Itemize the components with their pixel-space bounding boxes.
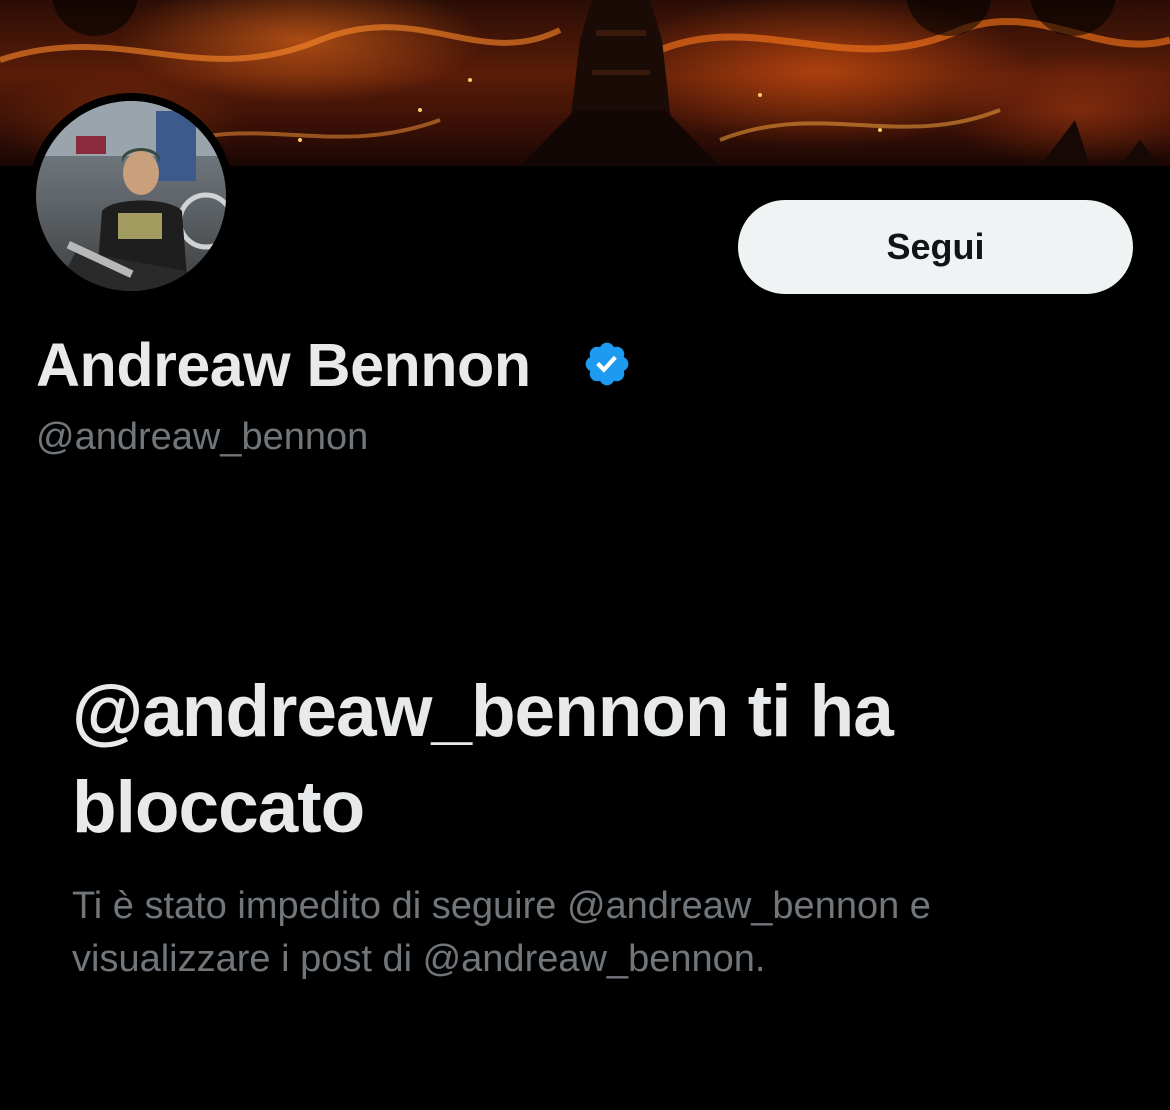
blocked-description: Ti è stato impedito di seguire @andreaw_…	[72, 885, 931, 980]
blocked-title: @andreaw_bennon ti ha bloccato	[72, 671, 894, 848]
avatar[interactable]	[28, 93, 234, 299]
verified-badge-icon[interactable]	[582, 339, 632, 389]
profile-photo-icon	[36, 101, 226, 291]
display-name: Andreaw Bennon	[36, 331, 531, 399]
follow-button[interactable]: Segui	[738, 200, 1133, 294]
profile-handle: @andreaw_bennon	[36, 416, 369, 458]
